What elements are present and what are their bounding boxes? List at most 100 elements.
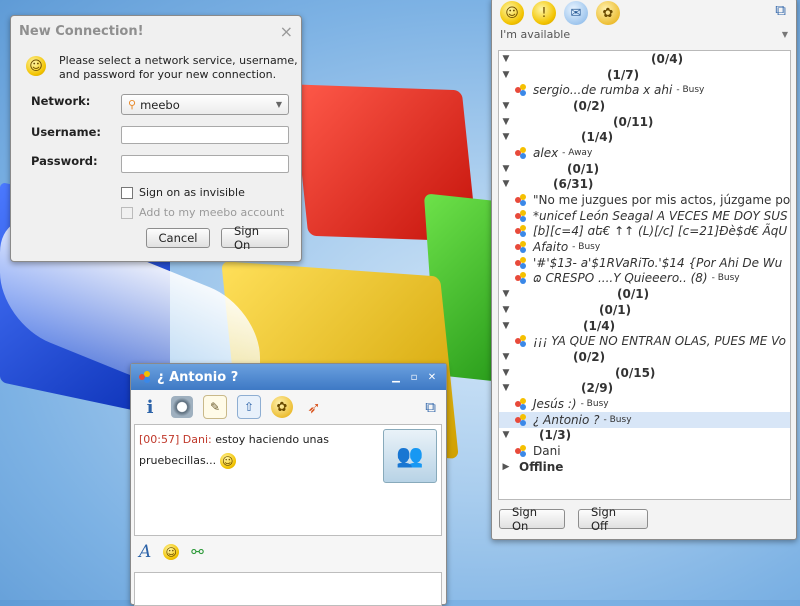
cancel-button[interactable]: Cancel bbox=[146, 228, 210, 248]
chevron-down-icon[interactable]: ▼ bbox=[499, 164, 513, 174]
chevron-down-icon[interactable]: ▼ bbox=[499, 430, 513, 440]
invisible-checkbox[interactable] bbox=[121, 186, 133, 199]
network-select[interactable]: ⚲ meebo ▼ bbox=[121, 94, 289, 115]
maximize-icon[interactable]: ▫ bbox=[408, 371, 420, 383]
chevron-down-icon[interactable]: ▼ bbox=[499, 179, 513, 189]
contact-group-row[interactable]: ▼ (1/4) bbox=[499, 129, 790, 145]
info-icon[interactable]: i bbox=[139, 396, 161, 418]
group-label: (0/1) bbox=[567, 161, 600, 176]
popout-icon[interactable]: ⧉ bbox=[425, 398, 436, 416]
chevron-down-icon[interactable]: ▼ bbox=[499, 54, 513, 64]
contact-group-row[interactable]: ▼ (2/9) bbox=[499, 380, 790, 396]
chevron-down-icon[interactable]: ▼ bbox=[499, 117, 513, 127]
contact-row[interactable]: Dani bbox=[499, 443, 790, 459]
chevron-down-icon[interactable]: ▼ bbox=[499, 289, 513, 299]
chevron-down-icon[interactable]: ▼ bbox=[499, 321, 513, 331]
send-file-icon[interactable]: ⇧ bbox=[237, 395, 261, 419]
contact-status-icon bbox=[515, 413, 527, 426]
contact-row[interactable]: ¿ Antonio ? - Busy bbox=[499, 411, 790, 428]
group-chat-icon[interactable]: ✿ bbox=[271, 396, 293, 418]
contact-group-row[interactable]: ▼ (0/4) bbox=[499, 51, 790, 67]
network-value: meebo bbox=[140, 97, 180, 112]
contact-group-row[interactable]: ▼ (1/3) bbox=[499, 428, 790, 444]
smiley-emoticon-icon: ☺ bbox=[219, 453, 236, 469]
chat-bubble-icon[interactable]: ✉ bbox=[564, 1, 588, 25]
contact-row[interactable]: '#'$13- a'$1RVaRiTo.'$14 {Por Ahi De Wu bbox=[499, 255, 790, 271]
contact-toolbar: ☺ ! ✉ ✿ bbox=[500, 1, 620, 25]
contact-row[interactable]: ɷ CRESPO ....Y Quieeero.. (8) - Busy bbox=[499, 271, 790, 287]
contact-row[interactable]: "No me juzgues por mis actos, júzgame po… bbox=[499, 192, 790, 208]
avatar: 👥 bbox=[383, 429, 437, 483]
contact-status-icon bbox=[515, 225, 527, 238]
contact-name: ¿ Antonio ? bbox=[533, 412, 600, 427]
contact-name: ¡¡¡ YA QUE NO ENTRAN OLAS, PUES ME Vo bbox=[533, 334, 786, 349]
contact-row[interactable]: ¡¡¡ YA QUE NO ENTRAN OLAS, PUES ME Vo bbox=[499, 333, 790, 349]
font-icon[interactable]: A bbox=[139, 542, 151, 562]
contact-name: alex bbox=[533, 145, 559, 160]
username-input[interactable] bbox=[121, 126, 289, 144]
contact-row[interactable]: *unicef León Seagal A VECES ME DOY SUS bbox=[499, 208, 790, 224]
group-chat-icon[interactable]: ✿ bbox=[596, 1, 620, 25]
contact-group-row[interactable]: ▼ (0/1) bbox=[499, 302, 790, 318]
emoticon-icon[interactable]: ☺ bbox=[163, 544, 180, 560]
contact-group-row[interactable]: ▶ Offline bbox=[499, 459, 790, 475]
contact-row[interactable]: sergio...de rumba x ahi - Busy bbox=[499, 82, 790, 98]
contact-group-row[interactable]: ▼ (1/4) bbox=[499, 318, 790, 334]
contact-row[interactable]: alex - Away bbox=[499, 145, 790, 161]
password-input[interactable] bbox=[121, 155, 289, 173]
contact-row[interactable]: Afaito - Busy bbox=[499, 239, 790, 255]
chevron-down-icon[interactable]: ▼ bbox=[499, 352, 513, 362]
add-account-label: Add to my meebo account bbox=[139, 206, 285, 219]
chevron-down-icon[interactable]: ▼ bbox=[499, 101, 513, 111]
contact-status-icon bbox=[515, 194, 527, 207]
group-label: (0/11) bbox=[613, 114, 654, 129]
sign-on-button[interactable]: Sign On bbox=[221, 224, 289, 252]
message-input[interactable] bbox=[134, 572, 442, 606]
sign-on-button[interactable]: Sign On bbox=[499, 505, 565, 533]
edit-icon[interactable]: ✎ bbox=[203, 395, 227, 419]
sign-off-button[interactable]: Sign Off bbox=[578, 505, 648, 533]
contact-group-row[interactable]: ▼ (1/7) bbox=[499, 67, 790, 83]
close-icon[interactable]: ✕ bbox=[426, 371, 438, 383]
chevron-down-icon[interactable]: ▼ bbox=[499, 368, 513, 378]
username-label: Username: bbox=[31, 125, 101, 139]
contact-group-row[interactable]: ▼ (0/2) bbox=[499, 98, 790, 114]
popout-icon[interactable]: ⧉ bbox=[775, 1, 786, 19]
webcam-icon[interactable] bbox=[171, 396, 193, 418]
chat-titlebar[interactable]: ¿ Antonio ? ▁ ▫ ✕ bbox=[131, 364, 446, 390]
contact-row[interactable]: Jesús :) - Busy bbox=[499, 396, 790, 412]
contact-group-row[interactable]: ▼ (0/1) bbox=[499, 161, 790, 177]
chevron-down-icon[interactable]: ▼ bbox=[499, 132, 513, 142]
chevron-right-icon[interactable]: ▶ bbox=[499, 462, 513, 472]
format-toolbar: A ☺ ⚯ bbox=[139, 542, 204, 562]
contact-status: - Busy bbox=[572, 242, 601, 253]
close-icon[interactable]: × bbox=[280, 22, 293, 41]
contact-group-row[interactable]: ▼ (0/1) bbox=[499, 286, 790, 302]
contact-name: ɷ CRESPO ....Y Quieeero.. (8) bbox=[533, 271, 708, 286]
chevron-down-icon[interactable]: ▼ bbox=[499, 70, 513, 80]
status-icon[interactable]: ! bbox=[532, 1, 556, 25]
contact-status: - Busy bbox=[580, 398, 609, 409]
rocket-icon[interactable]: ➶ bbox=[303, 396, 325, 418]
contact-list[interactable]: ▼ (0/4) ▼ (1/7) sergio...de rumba x ahi - Bus… bbox=[498, 50, 791, 500]
password-label: Password: bbox=[31, 154, 98, 168]
chevron-down-icon[interactable]: ▼ bbox=[499, 305, 513, 315]
contact-group-row[interactable]: ▼ (0/11) bbox=[499, 114, 790, 130]
group-label: (0/2) bbox=[573, 349, 606, 364]
add-account-checkbox[interactable] bbox=[121, 206, 133, 219]
minimize-icon[interactable]: ▁ bbox=[390, 371, 402, 383]
contact-group-row[interactable]: ▼ (0/2) bbox=[499, 349, 790, 365]
group-label: (0/4) bbox=[651, 51, 684, 66]
contact-group-row[interactable]: ▼ (6/31) bbox=[499, 177, 790, 193]
contact-group-row[interactable]: ▼ (0/15) bbox=[499, 365, 790, 381]
dialog-titlebar[interactable]: New Connection! × bbox=[11, 16, 301, 46]
contact-row[interactable]: [b][c=4] ɑե€ ↑↑ (L)[/c] [c=21]Ðè$d€ ÃqU bbox=[499, 224, 790, 240]
invisible-label: Sign on as invisible bbox=[139, 186, 245, 199]
chevron-down-icon[interactable]: ▼ bbox=[499, 383, 513, 393]
status-select[interactable]: I'm available ▼ bbox=[500, 28, 788, 41]
share-icon[interactable]: ⚯ bbox=[191, 543, 204, 561]
message-history[interactable]: [00:57] Dani: estoy haciendo unas pruebe… bbox=[134, 424, 442, 536]
contact-name: "No me juzgues por mis actos, júzgame po… bbox=[533, 193, 791, 208]
description-line-1: Please select a network service, usernam… bbox=[59, 54, 298, 67]
add-contact-icon[interactable]: ☺ bbox=[500, 1, 524, 25]
